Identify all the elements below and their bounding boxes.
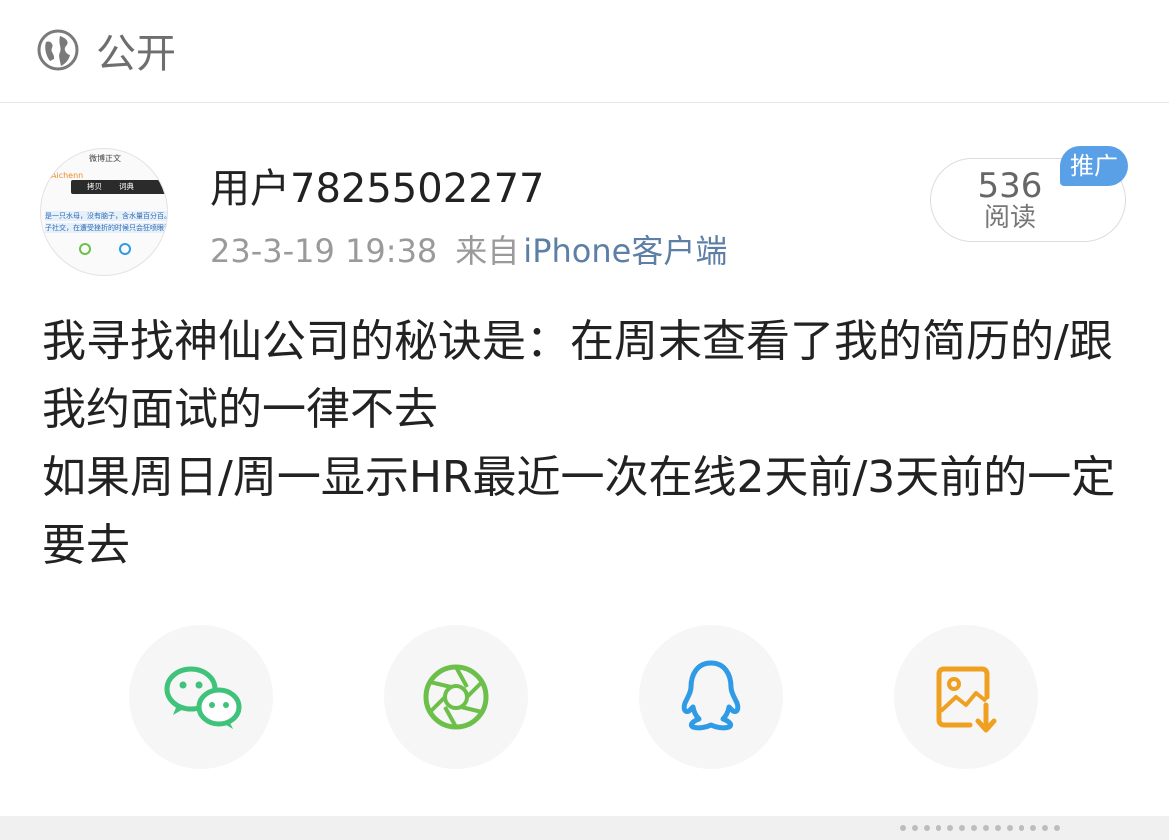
- save-image-icon: [936, 666, 997, 733]
- share-moments-button[interactable]: [384, 625, 528, 769]
- timestamp: 23-3-19 19:38: [210, 232, 438, 270]
- watermark-dots: [900, 820, 1061, 836]
- post-content: 我寻找神仙公司的秘诀是：在周末查看了我的简历的/跟我约面试的一律不去 如果周日/…: [42, 308, 1132, 580]
- avatar-line-1: 是一只水母，没有脑子，含水量百分百。: [45, 211, 167, 221]
- promote-badge[interactable]: 推广: [1060, 146, 1128, 186]
- wechat-icon: [164, 666, 242, 729]
- post-meta: 23-3-19 19:38 来自 iPhone客户端: [210, 230, 727, 272]
- visibility-label: 公开: [96, 31, 176, 77]
- avatar-mini-qq-icon: [119, 243, 131, 255]
- avatar-mini-moments-icon: [79, 243, 91, 255]
- moments-icon: [423, 664, 489, 730]
- avatar-popup-dict: 词典: [119, 182, 134, 191]
- share-qq-button[interactable]: [639, 625, 783, 769]
- avatar-popup-copy: 拷贝: [87, 182, 102, 191]
- post-content-line: 我寻找神仙公司的秘诀是：在周末查看了我的简历的/跟我约面试的一律不去: [42, 316, 1113, 435]
- username[interactable]: 用户7825502277: [210, 164, 545, 214]
- read-count-unit: 阅读: [983, 203, 1036, 233]
- avatar[interactable]: 微博正文 Aichenn 拷贝 词典 是一只水母，没有脑子，含水量百分百。 子社…: [40, 148, 168, 276]
- avatar-line-2: 子社交，在遭受挫折的时候只会狂喷眼泪: [45, 223, 167, 233]
- avatar-copy-popup: 拷贝 词典: [71, 180, 167, 194]
- visibility-bar[interactable]: 公开: [0, 0, 1169, 103]
- share-wechat-button[interactable]: [129, 625, 273, 769]
- from-label: 来自: [455, 232, 520, 270]
- avatar-screenshot-name: Aichenn: [51, 171, 84, 180]
- qq-icon: [681, 660, 741, 731]
- globe-icon: [37, 29, 79, 71]
- post-content-line: 如果周日/周一显示HR最近一次在线2天前/3天前的一定要去: [42, 452, 1116, 571]
- source-link[interactable]: iPhone客户端: [523, 232, 727, 270]
- avatar-screenshot-title: 微博正文: [89, 154, 121, 163]
- save-image-button[interactable]: [894, 625, 1038, 769]
